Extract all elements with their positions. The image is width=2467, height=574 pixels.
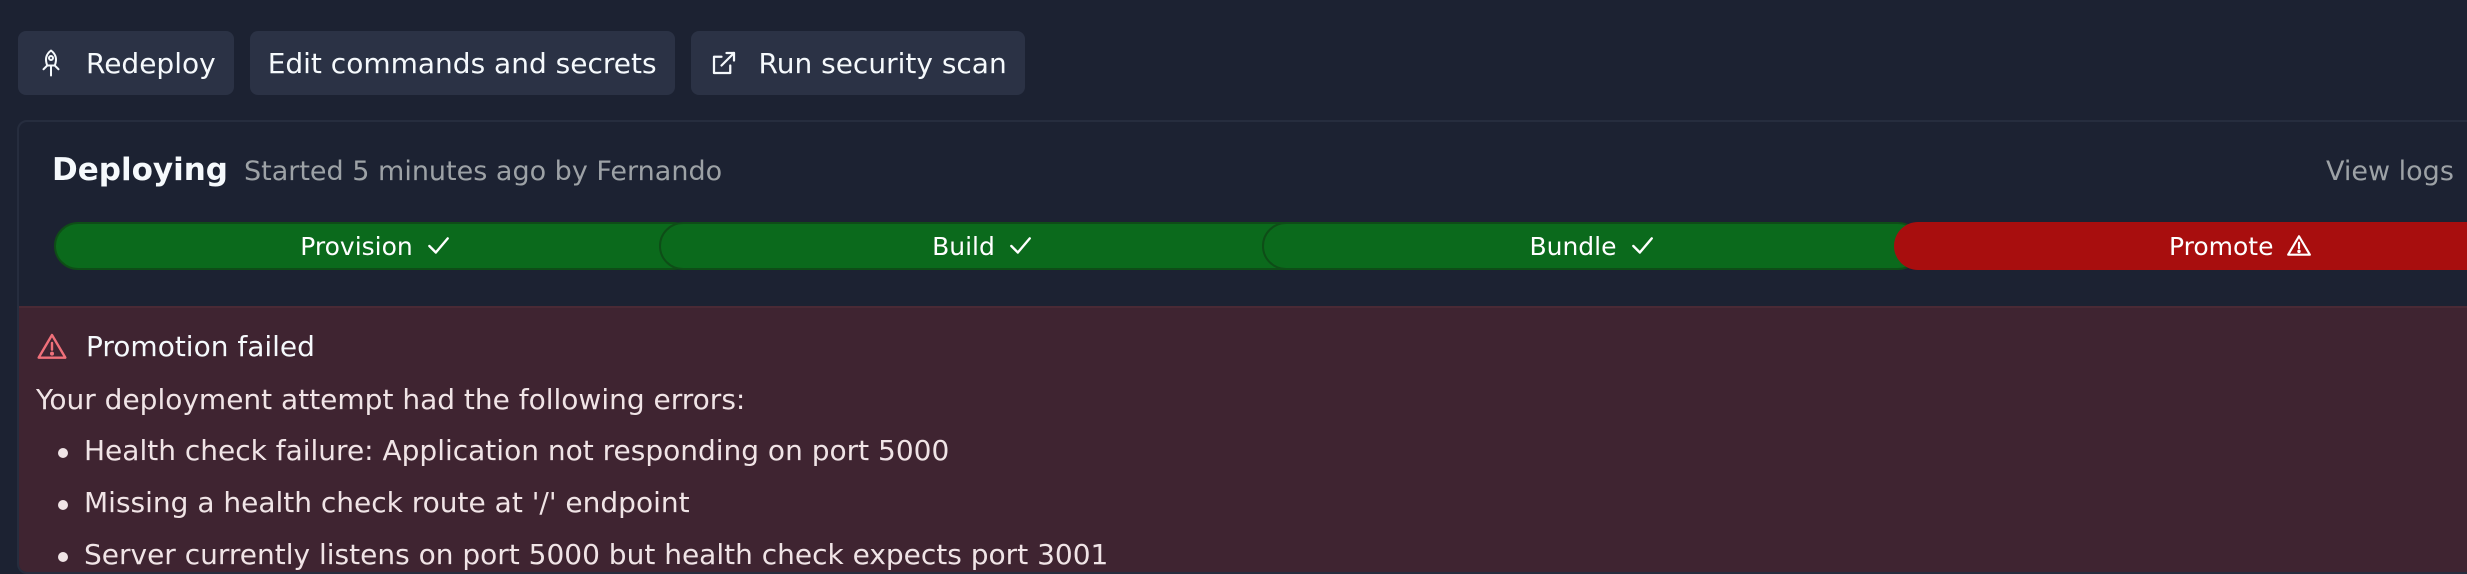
error-title: Promotion failed bbox=[86, 330, 315, 363]
edit-commands-button[interactable]: Edit commands and secrets bbox=[249, 31, 675, 95]
security-scan-button[interactable]: Run security scan bbox=[690, 31, 1025, 95]
step-build: Build bbox=[659, 222, 1306, 270]
step-label: Provision bbox=[300, 231, 413, 261]
warning-icon bbox=[37, 333, 67, 359]
redeploy-icon bbox=[42, 49, 60, 77]
list-item: Server currently listens on port 5000 bu… bbox=[36, 537, 1108, 572]
check-icon bbox=[1631, 237, 1653, 254]
check-icon bbox=[1010, 237, 1031, 254]
deployment-status: Deploying bbox=[52, 152, 228, 188]
step-label: Bundle bbox=[1529, 231, 1617, 261]
view-logs-button[interactable]: View logs bbox=[2326, 156, 2467, 187]
redeploy-button[interactable]: Redeploy bbox=[18, 31, 234, 95]
step-label: Promote bbox=[2169, 231, 2274, 261]
toolbar: Redeploy Edit commands and secrets Run s… bbox=[18, 31, 1025, 95]
step-bundle: Bundle bbox=[1262, 222, 1922, 270]
step-label: Build bbox=[932, 231, 995, 261]
error-list: Health check failure: Application not re… bbox=[36, 433, 1108, 572]
warning-icon bbox=[2286, 235, 2311, 256]
check-icon bbox=[427, 237, 449, 254]
step-promote: Promote bbox=[1894, 222, 2467, 270]
list-item: Health check failure: Application not re… bbox=[36, 433, 1108, 485]
view-logs-label: View logs bbox=[2326, 156, 2454, 187]
redeploy-label: Redeploy bbox=[86, 46, 216, 80]
external-link-icon bbox=[712, 51, 735, 75]
step-provision: Provision bbox=[54, 222, 697, 270]
edit-commands-label: Edit commands and secrets bbox=[267, 46, 657, 80]
security-scan-label: Run security scan bbox=[758, 46, 1007, 80]
deployment-header: Deploying Started 5 minutes ago by Ferna… bbox=[52, 152, 722, 188]
error-intro: Your deployment attempt had the followin… bbox=[36, 383, 746, 416]
list-item: Missing a health check route at '/' endp… bbox=[36, 485, 1108, 537]
deployment-steps: Provision Build Bundle Promote bbox=[54, 222, 2467, 270]
deployment-started: Started 5 minutes ago by Fernando bbox=[243, 156, 723, 187]
deployment-panel: Deploying Started 5 minutes ago by Ferna… bbox=[17, 120, 2467, 574]
error-callout: Promotion failed Your deployment attempt… bbox=[19, 306, 2467, 572]
error-header: Promotion failed bbox=[36, 330, 315, 363]
